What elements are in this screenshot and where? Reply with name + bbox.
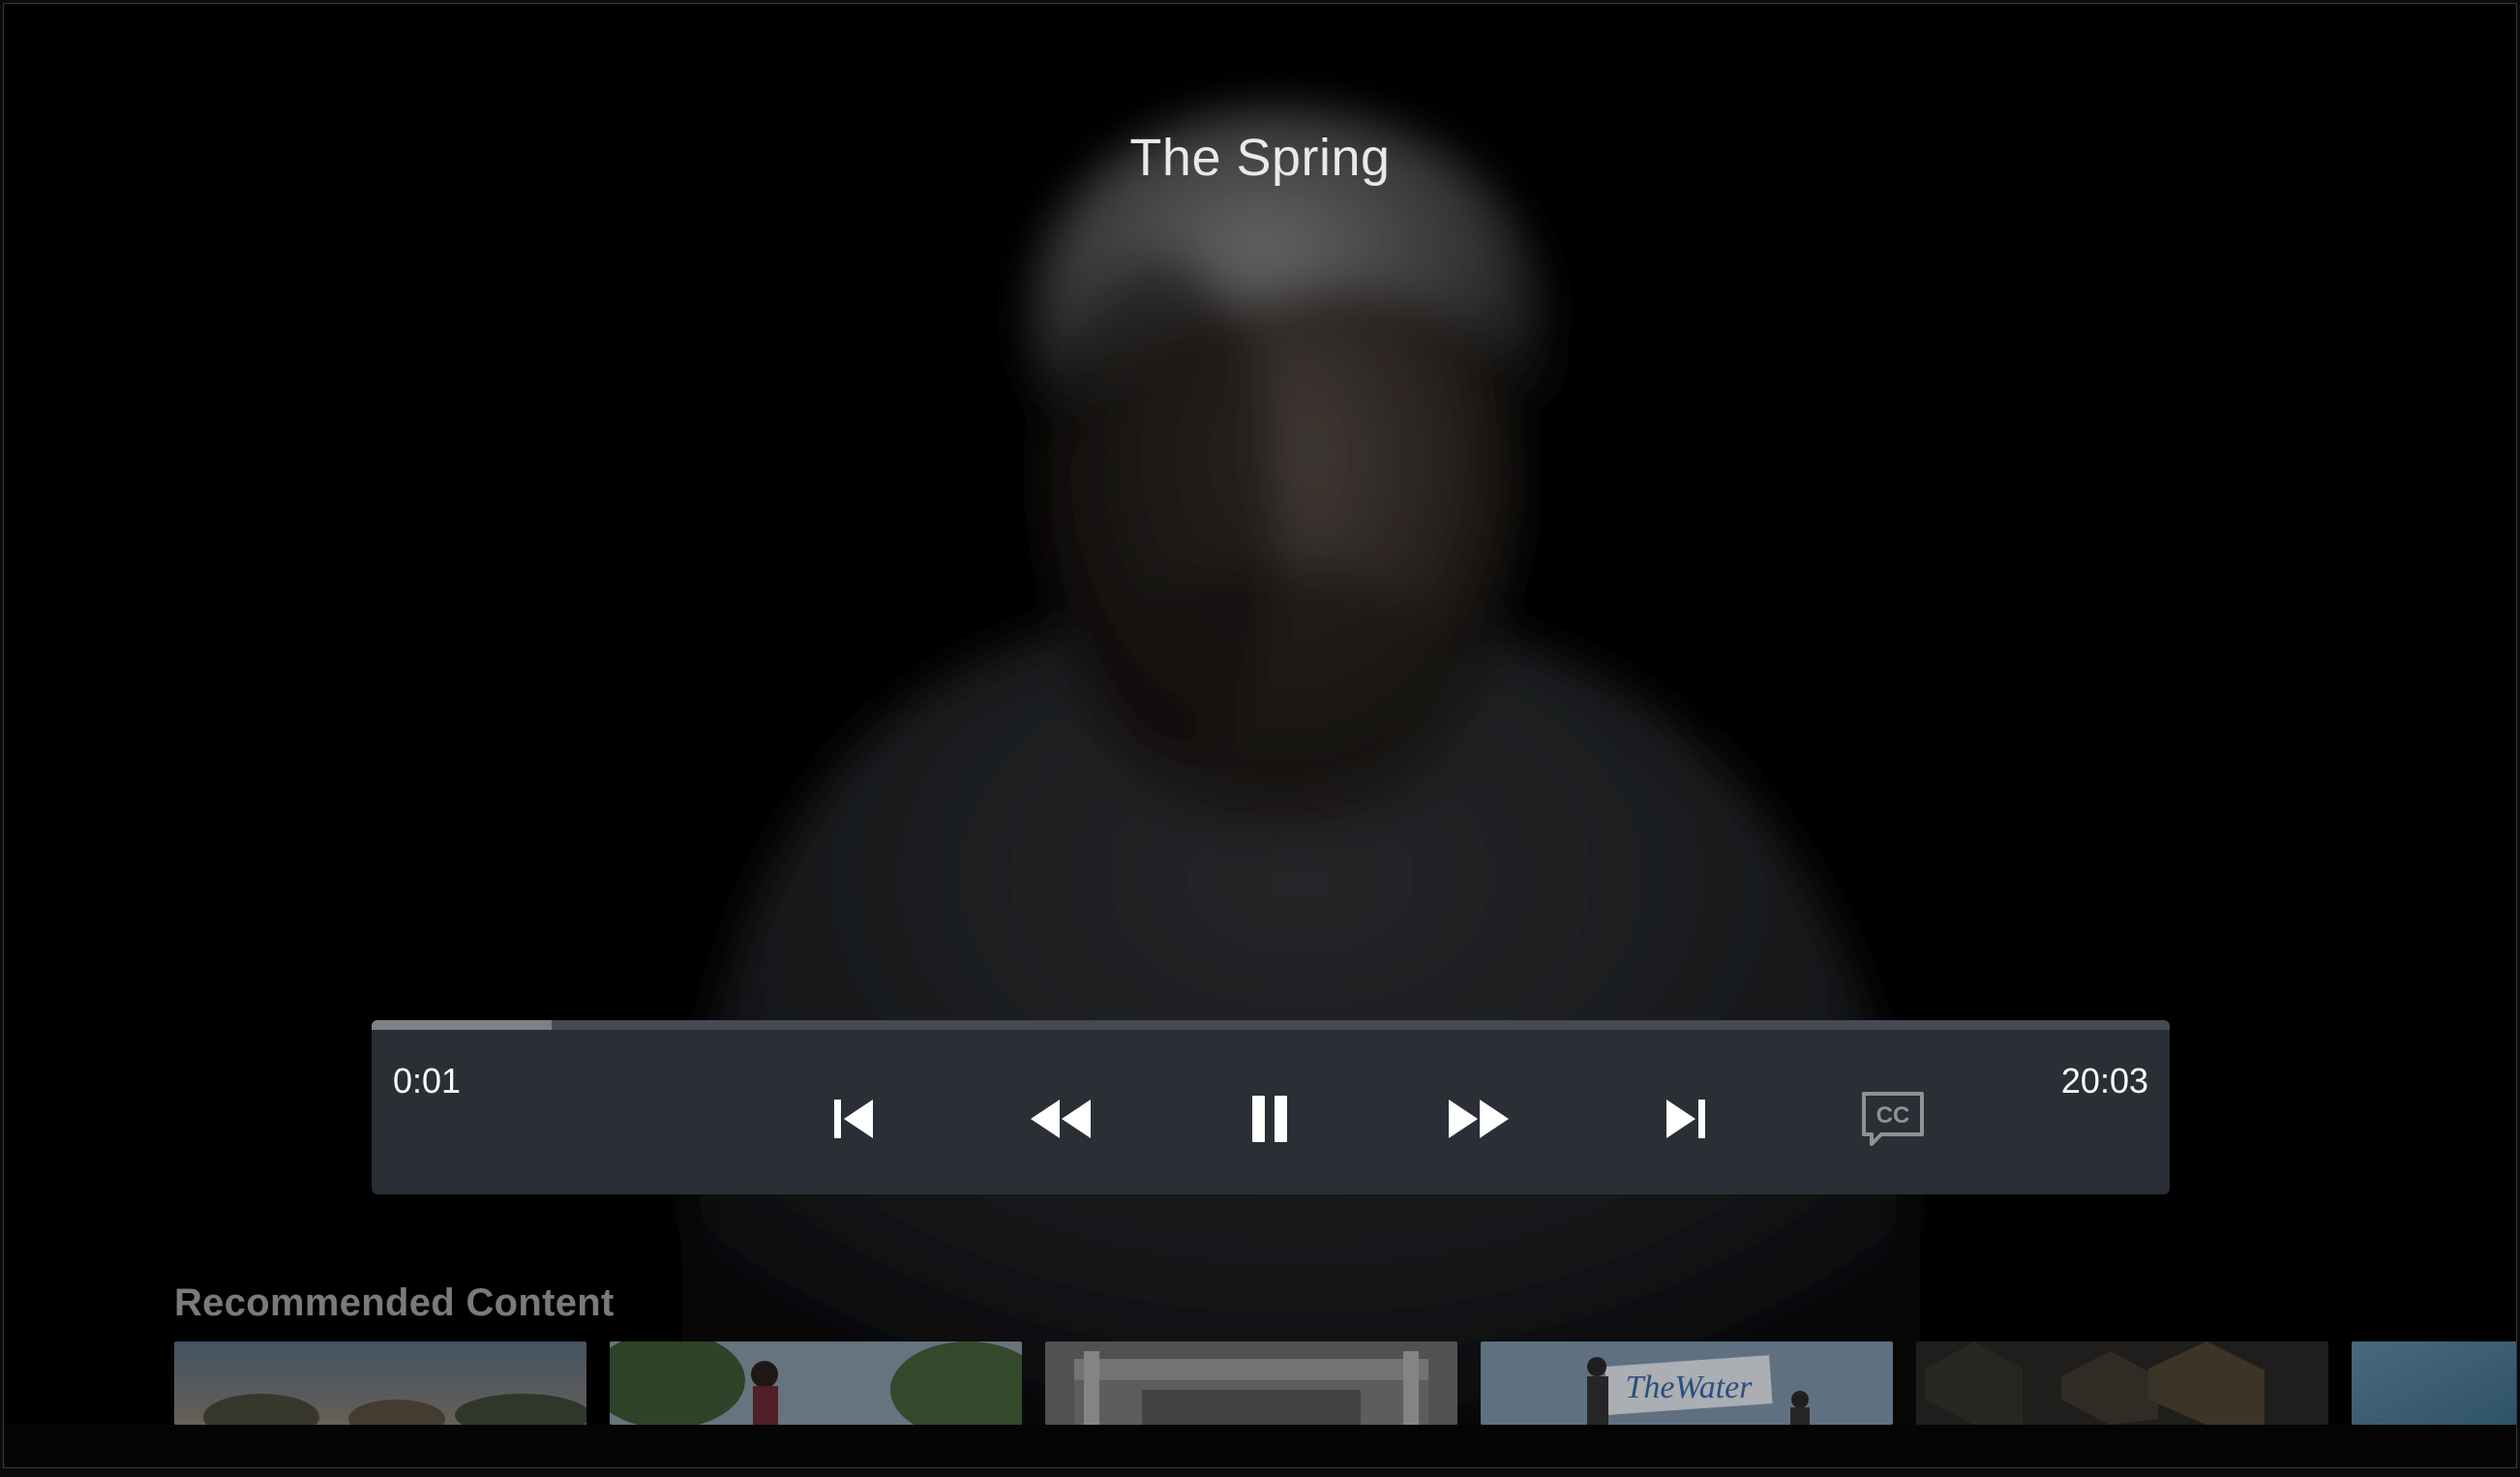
fast-forward-button[interactable] <box>1440 1080 1517 1158</box>
thumbnail-overlay <box>610 1341 1022 1425</box>
svg-text:CC: CC <box>1876 1102 1910 1129</box>
recommended-thumbnail-6[interactable] <box>2352 1341 2516 1425</box>
progress-bar[interactable] <box>372 1020 2170 1030</box>
recommended-thumbnail-2[interactable] <box>610 1341 1022 1425</box>
thumbnail-overlay <box>1916 1341 2328 1425</box>
progress-fill <box>372 1020 552 1030</box>
thumbnail-overlay <box>174 1341 586 1425</box>
video-title: The Spring <box>1129 129 1391 187</box>
bottom-letterbox <box>4 1425 2516 1467</box>
elapsed-time: 0:01 <box>393 1061 462 1100</box>
recommended-thumbnail-5[interactable] <box>1916 1341 2328 1425</box>
pause-button[interactable] <box>1231 1080 1308 1158</box>
skip-next-icon <box>1666 1100 1705 1138</box>
closed-captions-icon: CC <box>1862 1092 1924 1146</box>
recommended-content-heading: Recommended Content <box>174 1281 615 1324</box>
playback-control-bar: 0:01 20:03 CC <box>372 1020 2170 1194</box>
recommended-content-row: TheWater <box>174 1341 2516 1425</box>
recommended-thumbnail-1[interactable] <box>174 1341 586 1425</box>
fast-forward-icon <box>1449 1100 1509 1138</box>
recommended-thumbnail-4[interactable]: TheWater <box>1481 1341 1893 1425</box>
rewind-button[interactable] <box>1022 1080 1099 1158</box>
thumbnail-overlay <box>2352 1341 2516 1425</box>
thumbnail-overlay <box>1481 1341 1893 1425</box>
rewind-icon <box>1031 1100 1091 1138</box>
thumbnail-overlay <box>1045 1341 1457 1425</box>
pause-icon <box>1252 1096 1287 1142</box>
skip-previous-button[interactable] <box>815 1080 892 1158</box>
total-duration: 20:03 <box>2060 1061 2148 1100</box>
skip-previous-icon <box>834 1100 873 1138</box>
video-overlay <box>4 4 2516 1467</box>
closed-captions-button[interactable]: CC <box>1854 1080 1932 1158</box>
skip-next-button[interactable] <box>1647 1080 1725 1158</box>
recommended-thumbnail-3[interactable] <box>1045 1341 1457 1425</box>
video-player-window: The Spring 0:01 20:03 CC Recommended Con… <box>4 4 2516 1467</box>
